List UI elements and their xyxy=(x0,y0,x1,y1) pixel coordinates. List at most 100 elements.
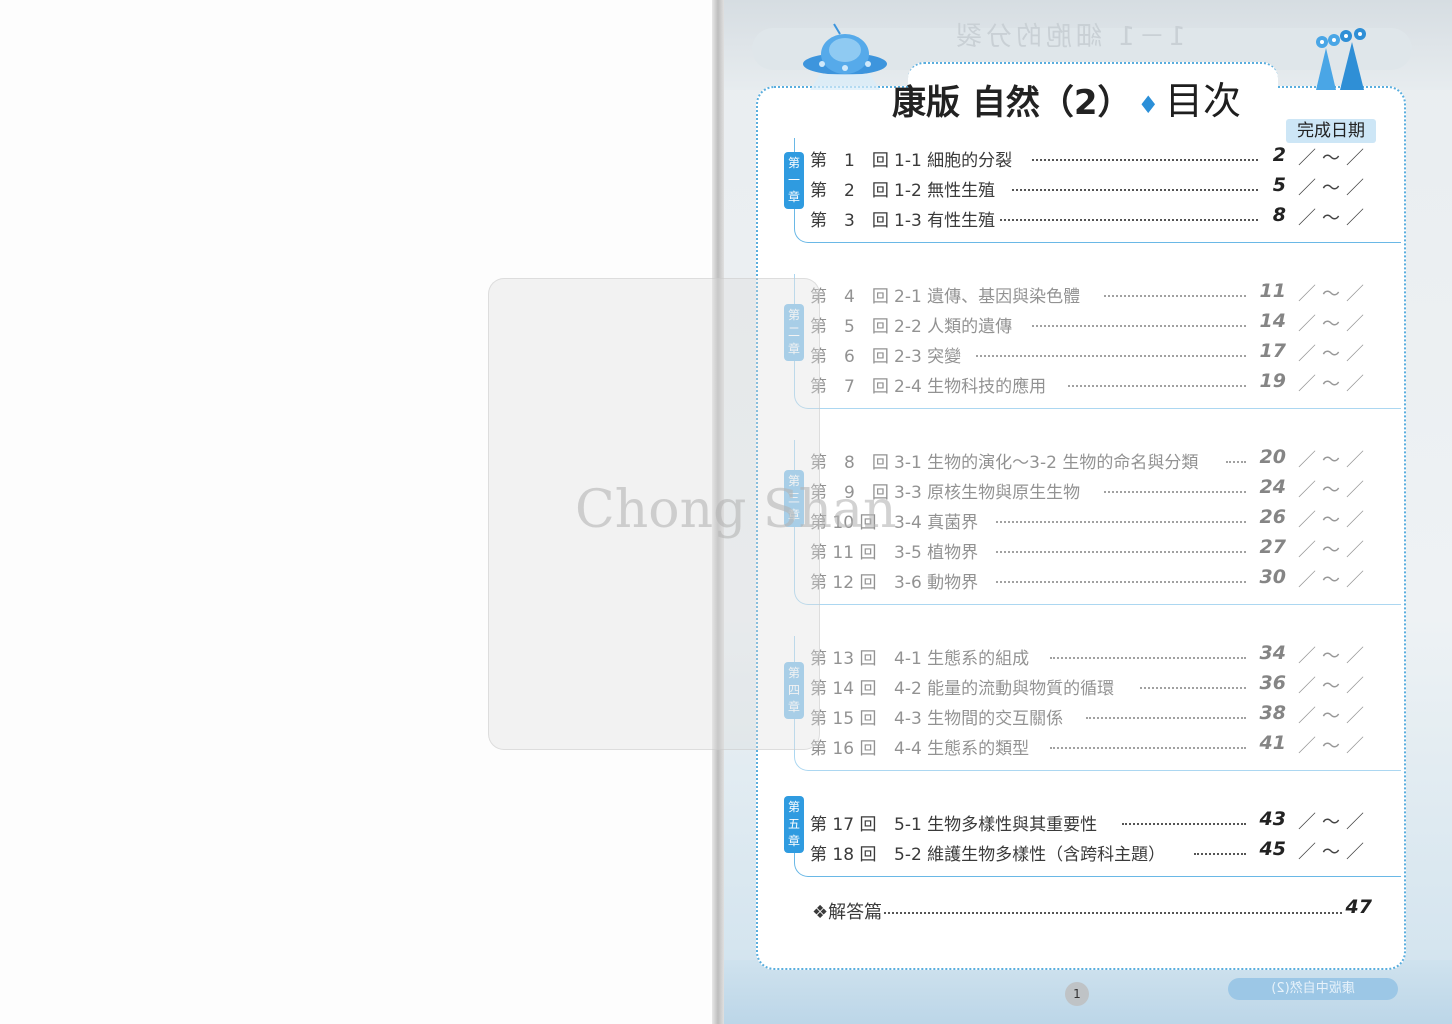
date-blank: ／～／ xyxy=(1298,480,1370,501)
date-blank: ／～／ xyxy=(1298,676,1370,697)
bleed-through-title: 1－1 細胞的分裂 xyxy=(952,22,1186,52)
page-ref: 14 xyxy=(1259,310,1286,332)
lesson-title: 1-2 無性生殖 xyxy=(894,181,996,201)
date-blank: ／～／ xyxy=(1298,374,1370,395)
dot-leader xyxy=(1086,717,1246,719)
lesson-title: 4-3 生物間的交互關係 xyxy=(894,709,1064,729)
toc-row[interactable]: 第 14 回 4-2 能量的流動與物質的循環 36 ／～／ xyxy=(810,672,1370,700)
toc-row[interactable]: 第 5 回 2-2 人類的遺傳 14 ／～／ xyxy=(810,310,1370,338)
lesson-title: 1-3 有性生殖 xyxy=(894,211,996,231)
toc-row[interactable]: 第 13 回 4-1 生態系的組成 34 ／～／ xyxy=(810,642,1370,670)
dot-leader xyxy=(996,551,1246,553)
lesson-number: 第 18 回 xyxy=(810,845,877,865)
lesson-title: 2-4 生物科技的應用 xyxy=(894,377,1047,397)
date-blank: ／～／ xyxy=(1298,812,1370,833)
dot-leader xyxy=(1140,687,1246,689)
lesson-number: 第 8 回 xyxy=(810,453,889,473)
chapter-badge: 第一章 xyxy=(784,152,804,209)
toc-row[interactable]: 第 15 回 4-3 生物間的交互關係 38 ／～／ xyxy=(810,702,1370,730)
dot-leader xyxy=(1050,657,1246,659)
bleed-through-footer: 康版中自然(2) xyxy=(1228,978,1398,1000)
lesson-title: 1-1 細胞的分裂 xyxy=(894,151,1013,171)
dot-leader xyxy=(1068,385,1246,387)
aliens-icon xyxy=(1316,28,1366,90)
lesson-number: 第 16 回 xyxy=(810,739,877,759)
lesson-number: 第 1 回 xyxy=(810,151,889,171)
dot-leader xyxy=(884,912,1342,914)
page-ref: 30 xyxy=(1259,566,1286,588)
page-ref: 36 xyxy=(1259,672,1286,694)
toc-row[interactable]: 第 11 回 3-5 植物界 27 ／～／ xyxy=(810,536,1370,564)
title-main: 康版 自然（2） xyxy=(892,83,1132,123)
answers-label: ❖解答篇 xyxy=(812,902,883,923)
chapter-badge: 第五章 xyxy=(784,796,804,853)
page-ref: 8 xyxy=(1272,204,1286,226)
date-blank: ／～／ xyxy=(1298,450,1370,471)
lesson-number: 第 4 回 xyxy=(810,287,889,307)
lesson-title: 3-5 植物界 xyxy=(894,543,979,563)
page-ref: 45 xyxy=(1259,838,1286,860)
date-blank: ／～／ xyxy=(1298,706,1370,727)
toc-row[interactable]: 第 7 回 2-4 生物科技的應用 19 ／～／ xyxy=(810,370,1370,398)
dot-leader xyxy=(996,581,1246,583)
dot-leader xyxy=(1104,491,1246,493)
toc-row[interactable]: 第 6 回 2-3 突變 17 ／～／ xyxy=(810,340,1370,368)
title-sub: 目次 xyxy=(1165,79,1242,123)
date-blank: ／～／ xyxy=(1298,284,1370,305)
dot-leader xyxy=(1032,325,1246,327)
lesson-number: 第 17 回 xyxy=(810,815,877,835)
toc-row[interactable]: 第 3 回 1-3 有性生殖 8 ／～／ xyxy=(810,204,1370,232)
page-ref: 26 xyxy=(1259,506,1286,528)
page-ref: 2 xyxy=(1272,144,1286,166)
toc-row[interactable]: 第 18 回 5-2 維護生物多樣性（含跨科主題） 45 ／～／ xyxy=(810,838,1370,866)
page-ref: 24 xyxy=(1259,476,1286,498)
toc-row[interactable]: 第 12 回 3-6 動物界 30 ／～／ xyxy=(810,566,1370,594)
toc-row[interactable]: 第 8 回 3-1 生物的演化～3-2 生物的命名與分類 20 ／～／ xyxy=(810,446,1370,474)
date-blank: ／～／ xyxy=(1298,842,1370,863)
watermark-text: Chong Shan xyxy=(575,480,897,540)
date-blank: ／～／ xyxy=(1298,570,1370,591)
page-ref: 38 xyxy=(1259,702,1286,724)
lesson-title: 2-2 人類的遺傳 xyxy=(894,317,1013,337)
lesson-title: 2-3 突變 xyxy=(894,347,962,367)
page-ref: 27 xyxy=(1259,536,1286,558)
date-blank: ／～／ xyxy=(1298,208,1370,229)
page-ref: 11 xyxy=(1259,280,1286,302)
lesson-title: 3-3 原核生物與原生生物 xyxy=(894,483,1081,503)
dot-leader xyxy=(1122,823,1246,825)
dot-leader xyxy=(1104,295,1246,297)
dot-leader xyxy=(1050,747,1246,749)
dot-leader xyxy=(996,521,1246,523)
date-blank: ／～／ xyxy=(1298,148,1370,169)
date-blank: ／～／ xyxy=(1298,314,1370,335)
lesson-title: 3-4 真菌界 xyxy=(894,513,979,533)
lesson-title: 5-2 維護生物多樣性（含跨科主題） xyxy=(894,845,1166,865)
lesson-number: 第 2 回 xyxy=(810,181,889,201)
dot-leader xyxy=(1226,461,1246,463)
lesson-title: 4-4 生態系的類型 xyxy=(894,739,1030,759)
lesson-number: 第 5 回 xyxy=(810,317,889,337)
page-number: 1 xyxy=(1065,982,1089,1006)
lesson-title: 4-1 生態系的組成 xyxy=(894,649,1030,669)
toc-row[interactable]: 第 2 回 1-2 無性生殖 5 ／～／ xyxy=(810,174,1370,202)
dot-leader xyxy=(1032,159,1258,161)
dot-leader xyxy=(1000,219,1258,221)
date-blank: ／～／ xyxy=(1298,344,1370,365)
date-blank: ／～／ xyxy=(1298,540,1370,561)
toc-row[interactable]: 第 4 回 2-1 遺傳、基因與染色體 11 ／～／ xyxy=(810,280,1370,308)
toc-row[interactable]: 第 1 回 1-1 細胞的分裂 2 ／～／ xyxy=(810,144,1370,172)
lesson-title: 3-1 生物的演化～3-2 生物的命名與分類 xyxy=(894,453,1199,473)
toc-row[interactable]: 第 16 回 4-4 生態系的類型 41 ／～／ xyxy=(810,732,1370,760)
toc-row[interactable]: 第 17 回 5-1 生物多樣性與其重要性 43 ／～／ xyxy=(810,808,1370,836)
page-ref: 5 xyxy=(1272,174,1286,196)
page-ref: 17 xyxy=(1259,340,1286,362)
lesson-title: 2-1 遺傳、基因與染色體 xyxy=(894,287,1081,307)
page-ref: 20 xyxy=(1259,446,1286,468)
page-ref: 41 xyxy=(1259,732,1286,754)
page-ref: 19 xyxy=(1259,370,1286,392)
answers-row[interactable]: ❖解答篇 47 xyxy=(812,896,1372,924)
date-blank: ／～／ xyxy=(1298,510,1370,531)
page-ref: 43 xyxy=(1259,808,1286,830)
lesson-title: 3-6 動物界 xyxy=(894,573,979,593)
lesson-title: 5-1 生物多樣性與其重要性 xyxy=(894,815,1098,835)
